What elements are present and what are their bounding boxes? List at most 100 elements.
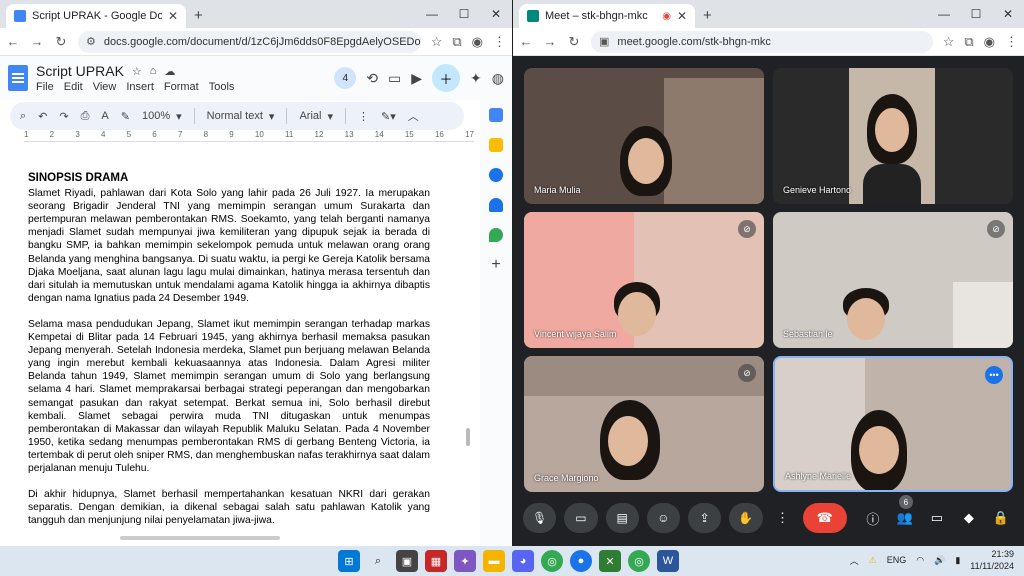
search-menus-icon[interactable]: ⌕ — [20, 110, 26, 123]
profile-icon[interactable]: ◉ — [472, 34, 483, 50]
present-button[interactable]: ⇪ — [688, 503, 722, 533]
comments-icon[interactable]: ▭ — [388, 70, 401, 87]
bookmark-star-icon[interactable]: ☆ — [431, 34, 443, 50]
add-addon-icon[interactable]: + — [489, 257, 503, 273]
docs-logo-icon[interactable] — [8, 65, 28, 91]
clock[interactable]: 21:39 11/11/2024 — [970, 548, 1014, 572]
tile-options-icon[interactable]: ••• — [985, 366, 1003, 384]
extensions-icon[interactable]: ⧉ — [964, 34, 973, 50]
xbox-icon[interactable]: ✕ — [599, 550, 621, 572]
search-icon[interactable]: ⌕ — [367, 550, 389, 572]
menu-format[interactable]: Format — [164, 81, 199, 93]
menu-file[interactable]: File — [36, 81, 54, 93]
task-view-icon[interactable]: ▣ — [396, 550, 418, 572]
url-field[interactable]: ▣ meet.google.com/stk-bhgn-mkc — [591, 30, 933, 53]
microphone-button[interactable]: 🎙 — [523, 503, 557, 533]
zoom-icon[interactable]: ● — [570, 550, 592, 572]
close-window-icon[interactable]: ✕ — [992, 7, 1024, 21]
reload-icon[interactable]: ↻ — [54, 34, 68, 50]
meet-tab[interactable]: Meet – stk-bhgn-mkc ◉ ✕ — [519, 4, 695, 28]
spellcheck-icon[interactable]: A — [101, 110, 108, 122]
forward-icon[interactable]: → — [30, 34, 44, 49]
close-tab-icon[interactable]: ✕ — [168, 9, 178, 23]
calendar-icon[interactable] — [489, 108, 503, 122]
maximize-icon[interactable]: ☐ — [960, 7, 992, 21]
document-body[interactable]: SINOPSIS DRAMA Slamet Riyadi, pahlawan d… — [28, 172, 430, 540]
cloud-status-icon[interactable]: ☁ — [164, 65, 175, 78]
copilot-icon[interactable]: ✦ — [454, 550, 476, 572]
new-tab-button[interactable]: + — [194, 7, 203, 24]
minimize-icon[interactable]: — — [416, 7, 448, 21]
browser-menu-icon[interactable]: ⋮ — [493, 34, 506, 50]
contacts-icon[interactable] — [489, 198, 503, 212]
profile-icon[interactable]: ◉ — [984, 34, 995, 50]
leave-call-button[interactable]: ☎ — [802, 503, 847, 533]
more-tools-icon[interactable]: ⋮ — [358, 110, 369, 123]
language-indicator[interactable]: ENG — [887, 555, 907, 565]
maximize-icon[interactable]: ☐ — [448, 7, 480, 21]
site-info-icon[interactable]: ⚙ — [86, 35, 96, 48]
meeting-info-icon[interactable]: ⓘ — [861, 503, 885, 533]
vertical-scrollbar[interactable] — [466, 428, 470, 446]
star-icon[interactable]: ☆ — [132, 65, 142, 78]
redo-icon[interactable]: ↷ — [59, 110, 68, 123]
camera-button[interactable]: ▭ — [564, 503, 598, 533]
wifi-icon[interactable]: ◠ — [916, 555, 924, 566]
camera-site-icon[interactable]: ▣ — [599, 35, 609, 48]
chrome-icon[interactable]: ◎ — [541, 550, 563, 572]
account-avatar[interactable]: ◍ — [492, 70, 504, 87]
docs-tab[interactable]: Script UPRAK - Google Docs ✕ — [6, 4, 186, 28]
captions-button[interactable]: ▤ — [605, 503, 639, 533]
horizontal-scrollbar[interactable] — [120, 536, 280, 540]
menu-insert[interactable]: Insert — [126, 81, 154, 93]
share-button[interactable]: ＋ — [432, 64, 461, 92]
font-select[interactable]: Arial ▾ — [299, 110, 333, 123]
activities-icon[interactable]: ◆ — [957, 503, 981, 533]
bookmark-star-icon[interactable]: ☆ — [943, 34, 955, 50]
chrome-icon[interactable]: ◎ — [628, 550, 650, 572]
collaborators-count[interactable]: 4 — [334, 67, 357, 89]
show-hidden-icon[interactable]: ︿ — [850, 554, 859, 567]
move-icon[interactable]: ⌂ — [150, 65, 157, 77]
history-icon[interactable]: ⟲ — [366, 70, 378, 87]
start-icon[interactable]: ⊞ — [338, 550, 360, 572]
new-tab-button[interactable]: + — [703, 7, 712, 24]
participant-tile[interactable]: ⊘ Sebastian le — [773, 212, 1013, 348]
word-icon[interactable]: W — [657, 550, 679, 572]
back-icon[interactable]: ← — [6, 34, 20, 49]
participant-tile[interactable]: ⊘ Grace Margiono — [524, 356, 764, 492]
extensions-icon[interactable]: ⧉ — [452, 34, 461, 50]
menu-edit[interactable]: Edit — [64, 81, 83, 93]
participant-tile[interactable]: Genieve Hartono — [773, 68, 1013, 204]
maps-icon[interactable] — [489, 228, 503, 242]
tasks-icon[interactable] — [489, 168, 503, 182]
notification-icon[interactable]: ⚠ — [869, 555, 877, 566]
url-field[interactable]: ⚙ docs.google.com/document/d/1zC6jJm6dds… — [78, 30, 421, 53]
app-icon[interactable]: ▦ — [425, 550, 447, 572]
browser-menu-icon[interactable]: ⋮ — [1005, 34, 1018, 50]
file-explorer-icon[interactable]: ▬ — [483, 550, 505, 572]
gemini-icon[interactable]: ✦ — [470, 70, 482, 87]
volume-icon[interactable]: 🔊 — [934, 555, 945, 566]
participant-tile-active[interactable]: ••• Ashlyne Marielle — [773, 356, 1013, 492]
menu-tools[interactable]: Tools — [209, 81, 235, 93]
minimize-icon[interactable]: — — [928, 7, 960, 21]
collapse-toolbar-icon[interactable]: ︿ — [408, 108, 419, 124]
close-window-icon[interactable]: ✕ — [480, 7, 512, 21]
forward-icon[interactable]: → — [543, 34, 557, 49]
meet-call-icon[interactable]: ▶ — [411, 70, 422, 87]
back-icon[interactable]: ← — [519, 34, 533, 49]
reload-icon[interactable]: ↻ — [567, 34, 581, 50]
editing-mode-icon[interactable]: ✎▾ — [381, 110, 396, 123]
document-title[interactable]: Script UPRAK — [36, 63, 124, 79]
more-options-icon[interactable]: ⋮ — [771, 503, 795, 533]
people-button[interactable]: 👥 6 — [893, 495, 917, 533]
close-tab-icon[interactable]: ✕ — [677, 9, 687, 23]
undo-icon[interactable]: ↶ — [38, 110, 47, 123]
chat-icon[interactable]: ▭ — [925, 503, 949, 533]
emoji-button[interactable]: ☺ — [646, 503, 680, 533]
participant-tile[interactable]: Maria Mulia — [524, 68, 764, 204]
battery-icon[interactable]: ▮ — [955, 555, 960, 566]
discord-icon[interactable]: ◕ — [512, 550, 534, 572]
print-icon[interactable]: ⎙ — [81, 110, 90, 123]
